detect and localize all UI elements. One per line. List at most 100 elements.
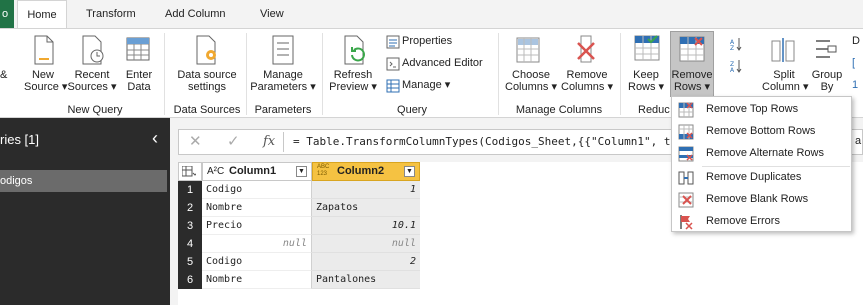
any-type-icon: ABC 123 — [317, 164, 330, 177]
menu-item-remove-alternate-rows[interactable]: Remove Alternate Rows — [672, 143, 851, 165]
remove-rows-button[interactable]: Remove Rows ▾ — [670, 31, 714, 97]
properties-icon — [386, 35, 400, 52]
table-cell[interactable]: Nombre — [202, 271, 312, 289]
edge-letter-d: D — [852, 35, 860, 47]
cut-off-button[interactable]: & — [0, 69, 8, 81]
table-cell[interactable]: 10.1 — [312, 217, 420, 235]
formula-text-input[interactable]: = Table.TransformColumnTypes(Codigos_She… — [293, 135, 671, 148]
ribbon-tab-bar: o Home Transform Add Column View — [0, 0, 863, 29]
tab-view[interactable]: View — [260, 0, 284, 28]
recent-sources-icon — [80, 35, 106, 68]
table-cell-null[interactable]: null — [312, 235, 420, 253]
column-header-label: Column2 — [337, 165, 385, 177]
table-cell[interactable]: Codigo — [202, 181, 312, 199]
group-separator — [164, 33, 165, 115]
menu-item-label: Remove Errors — [706, 215, 780, 227]
properties-button[interactable]: Properties — [402, 32, 452, 50]
formula-divider — [283, 132, 284, 152]
manage-parameters-button[interactable]: Manage Parameters ▾ — [248, 69, 318, 93]
group-by-button[interactable]: Group By — [810, 69, 844, 93]
tab-add-column[interactable]: Add Column — [165, 0, 226, 28]
remove-alternate-rows-icon — [678, 146, 694, 162]
advanced-editor-icon — [386, 57, 400, 74]
text-type-icon: A²C — [207, 166, 225, 177]
refresh-preview-button[interactable]: Refresh Preview ▾ — [328, 69, 378, 93]
column-header-label: Column1 — [229, 165, 277, 177]
remove-top-rows-icon — [678, 102, 694, 118]
table-cell[interactable]: Nombre — [202, 199, 312, 217]
menu-item-remove-top-rows[interactable]: Remove Top Rows — [672, 99, 851, 121]
menu-item-label: Remove Duplicates — [706, 171, 802, 183]
refresh-preview-icon — [342, 35, 368, 68]
menu-item-label: Remove Blank Rows — [706, 193, 809, 205]
menu-item-label: Remove Alternate Rows — [706, 147, 824, 159]
row-number[interactable]: 4 — [178, 235, 202, 253]
table-cell[interactable]: 1 — [312, 181, 420, 199]
table-cell-null[interactable]: null — [202, 235, 312, 253]
remove-rows-icon — [679, 36, 705, 65]
menu-item-remove-bottom-rows[interactable]: Remove Bottom Rows — [672, 121, 851, 143]
remove-columns-icon — [574, 35, 598, 66]
column-filter-icon[interactable]: ▼ — [404, 166, 415, 177]
sort-ascending-icon[interactable]: AZ — [730, 37, 742, 54]
row-number[interactable]: 5 — [178, 253, 202, 271]
fx-icon[interactable]: fx — [263, 134, 275, 149]
table-cell[interactable]: Precio — [202, 217, 312, 235]
row-number[interactable]: 3 — [178, 217, 202, 235]
keep-rows-button[interactable]: Keep Rows ▾ — [628, 69, 664, 93]
collapse-panel-icon[interactable]: ‹ — [152, 128, 158, 149]
enter-data-button[interactable]: Enter Data — [122, 69, 156, 93]
menu-item-remove-duplicates[interactable]: Remove Duplicates — [672, 167, 851, 189]
formula-overflow-text: a — [855, 135, 862, 147]
table-cell[interactable]: Zapatos — [312, 199, 420, 217]
table-cell[interactable]: Codigo — [202, 253, 312, 271]
column-filter-icon[interactable]: ▼ — [296, 166, 307, 177]
split-column-button[interactable]: Split Column ▾ — [762, 69, 808, 93]
group-by-icon — [814, 37, 838, 64]
manage-button[interactable]: Manage ▾ — [402, 76, 450, 94]
row-number[interactable]: 1 — [178, 181, 202, 199]
cancel-formula-icon[interactable]: ✕ — [189, 132, 202, 150]
manage-icon — [386, 79, 400, 96]
table-cell[interactable]: Pantalones — [312, 271, 420, 289]
tab-home[interactable]: Home — [17, 0, 67, 29]
group-separator — [246, 33, 247, 115]
column-header-column1[interactable]: A²C Column1 ▼ — [202, 162, 312, 181]
choose-columns-button[interactable]: Choose Columns ▾ — [504, 69, 558, 93]
menu-item-label: Remove Top Rows — [706, 103, 799, 115]
confirm-formula-icon[interactable]: ✓ — [227, 132, 240, 150]
menu-item-remove-blank-rows[interactable]: Remove Blank Rows — [672, 189, 851, 211]
table-cell[interactable]: 2 — [312, 253, 420, 271]
group-label-reduce-rows: Reduc — [638, 104, 670, 116]
remove-bottom-rows-icon — [678, 124, 694, 140]
menu-item-label: Remove Bottom Rows — [706, 125, 816, 137]
tab-transform[interactable]: Transform — [86, 0, 136, 28]
data-source-settings-icon — [194, 35, 220, 68]
query-item-codigos[interactable]: odigos — [0, 170, 167, 192]
data-source-settings-button[interactable]: Data source settings — [170, 69, 244, 93]
remove-columns-button[interactable]: Remove Columns ▾ — [560, 69, 614, 93]
group-separator — [620, 33, 621, 115]
group-separator — [498, 33, 499, 115]
table-corner-icon[interactable] — [178, 162, 202, 181]
keep-rows-icon — [634, 35, 660, 64]
remove-errors-icon — [678, 214, 694, 230]
remove-rows-label: Remove Rows ▾ — [671, 69, 713, 93]
new-source-icon — [32, 35, 56, 68]
group-separator — [322, 33, 323, 115]
group-label-manage-columns: Manage Columns — [515, 104, 603, 116]
svg-text:A: A — [730, 67, 735, 73]
row-number[interactable]: 2 — [178, 199, 202, 217]
edge-letter-one: 1 — [852, 79, 859, 91]
remove-rows-menu: Remove Top Rows Remove Bottom Rows Remov… — [671, 96, 852, 232]
menu-item-remove-errors[interactable]: Remove Errors — [672, 211, 851, 233]
svg-text:Z: Z — [730, 45, 734, 51]
column-header-column2[interactable]: ABC 123 Column2 ▼ — [312, 162, 420, 181]
tab-file[interactable]: o — [0, 0, 14, 28]
row-number[interactable]: 6 — [178, 271, 202, 289]
queries-panel-title: ries [1] — [0, 132, 40, 147]
sort-descending-icon[interactable]: ZA — [730, 59, 742, 76]
new-source-button[interactable]: New Source ▾ — [24, 69, 67, 93]
advanced-editor-button[interactable]: Advanced Editor — [402, 54, 483, 72]
recent-sources-button[interactable]: Recent Sources ▾ — [66, 69, 118, 93]
